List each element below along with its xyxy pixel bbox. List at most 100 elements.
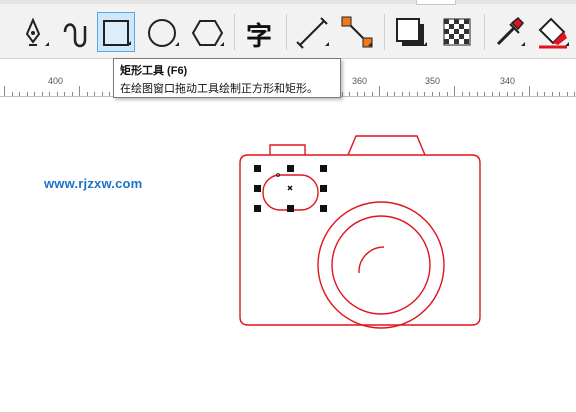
- flyout-indicator: [220, 42, 224, 46]
- ruler-tick: [109, 92, 110, 96]
- freehand-tool-button[interactable]: [55, 12, 93, 52]
- rectangle-tool-tooltip: 矩形工具 (F6) 在绘图窗口拖动工具绘制正方形和矩形。: [113, 58, 341, 98]
- eyedropper-icon: [496, 16, 525, 46]
- transparency-tool-button[interactable]: [439, 12, 477, 52]
- ruler-tick: [402, 92, 403, 96]
- toolbar-separator: [384, 14, 385, 50]
- flyout-indicator: [565, 42, 569, 46]
- ruler-tick: [559, 92, 560, 96]
- dimension-line-icon: [296, 17, 328, 49]
- ruler-tick: [409, 92, 410, 96]
- ruler-tick: [514, 92, 515, 96]
- ruler-tick: [552, 92, 553, 96]
- ruler-tick: [424, 92, 425, 96]
- camera-flash-rect[interactable]: [262, 174, 319, 211]
- polygon-tool-button[interactable]: [189, 12, 227, 52]
- toolbar-top-box: [416, 0, 456, 5]
- ruler-tick: [72, 92, 73, 96]
- circle-icon: [148, 19, 176, 47]
- ruler-tick: [34, 92, 35, 96]
- ruler-tick: [379, 86, 380, 96]
- ellipse-tool-button[interactable]: [144, 12, 182, 52]
- camera-body[interactable]: [239, 154, 481, 326]
- ruler-tick: [94, 92, 95, 96]
- ruler-label: 360: [352, 76, 368, 86]
- paint-bucket-icon: [538, 17, 567, 49]
- ruler-tick: [537, 92, 538, 96]
- text-icon: 字: [246, 22, 273, 52]
- flyout-indicator: [325, 42, 329, 46]
- ruler-tick: [87, 92, 88, 96]
- ruler-tick: [342, 92, 343, 96]
- lens-highlight-arc: [358, 246, 385, 274]
- camera-lens-inner[interactable]: [331, 215, 431, 315]
- ruler-tick: [529, 86, 530, 96]
- pen-tool-button[interactable]: [14, 12, 52, 52]
- ruler-tick: [357, 92, 358, 96]
- ruler-tick: [484, 92, 485, 96]
- ruler-tick: [432, 92, 433, 96]
- ruler-label: 340: [500, 76, 516, 86]
- toolbar-separator: [484, 14, 485, 50]
- ruler-tick: [492, 92, 493, 96]
- eyedropper-tool-button[interactable]: [490, 12, 528, 52]
- ruler-tick: [469, 92, 470, 96]
- ruler-tick: [102, 92, 103, 96]
- toolbox: 字: [0, 0, 576, 59]
- selection-center-x-icon: [287, 185, 293, 191]
- ruler-tick: [507, 92, 508, 96]
- camera-top-bump[interactable]: [347, 135, 426, 156]
- toolbar-separator: [234, 14, 235, 50]
- dimension-tool-button[interactable]: [294, 12, 332, 52]
- ruler-tick: [462, 92, 463, 96]
- watermark-text: www.rjzxw.com: [44, 176, 143, 191]
- ruler-tick: [567, 92, 568, 96]
- ruler-tick: [417, 92, 418, 96]
- ruler-tick: [349, 92, 350, 96]
- curve-hook-icon: [63, 23, 87, 48]
- ruler-tick: [64, 92, 65, 96]
- drawing-canvas[interactable]: [0, 97, 576, 412]
- ruler-tick: [477, 92, 478, 96]
- drop-shadow-icon: [396, 18, 424, 46]
- connector-tool-button[interactable]: [337, 12, 375, 52]
- flyout-indicator: [175, 42, 179, 46]
- rectangle-icon: [103, 20, 129, 46]
- pen-nib-icon: [25, 17, 41, 46]
- rectangle-tool-button[interactable]: [97, 12, 135, 52]
- tooltip-title: 矩形工具 (F6): [120, 65, 188, 77]
- ruler-tick: [574, 92, 575, 96]
- flyout-indicator: [127, 41, 131, 45]
- ruler-tick: [57, 92, 58, 96]
- ruler-tick: [387, 92, 388, 96]
- drop-shadow-tool-button[interactable]: [392, 12, 430, 52]
- flyout-indicator: [45, 42, 49, 46]
- ruler-label: 350: [425, 76, 441, 86]
- camera-lens-outer[interactable]: [317, 201, 445, 329]
- text-tool-button[interactable]: 字: [240, 12, 278, 52]
- flyout-indicator: [368, 42, 372, 46]
- ruler-tick: [364, 92, 365, 96]
- ruler-tick: [42, 92, 43, 96]
- ruler-tick: [522, 92, 523, 96]
- ruler-tick: [19, 92, 20, 96]
- ruler-label: 400: [48, 76, 64, 86]
- ruler-tick: [544, 92, 545, 96]
- ruler-tick: [4, 86, 5, 96]
- ruler-tick: [499, 92, 500, 96]
- ruler-tick: [79, 86, 80, 96]
- checkerboard-icon: [443, 18, 471, 46]
- toolbar-separator: [286, 14, 287, 50]
- camera-shutter-button[interactable]: [269, 144, 306, 155]
- flyout-indicator: [423, 42, 427, 46]
- tooltip-description: 在绘图窗口拖动工具绘制正方形和矩形。: [120, 83, 318, 95]
- ruler-tick: [27, 92, 28, 96]
- ruler-tick: [49, 92, 50, 96]
- flyout-indicator: [521, 42, 525, 46]
- ruler-tick: [439, 92, 440, 96]
- connector-icon: [341, 16, 373, 48]
- ruler-tick: [447, 92, 448, 96]
- ruler-tick: [454, 86, 455, 96]
- toolbar-top-strip: [0, 0, 576, 4]
- fill-tool-button[interactable]: [534, 12, 572, 52]
